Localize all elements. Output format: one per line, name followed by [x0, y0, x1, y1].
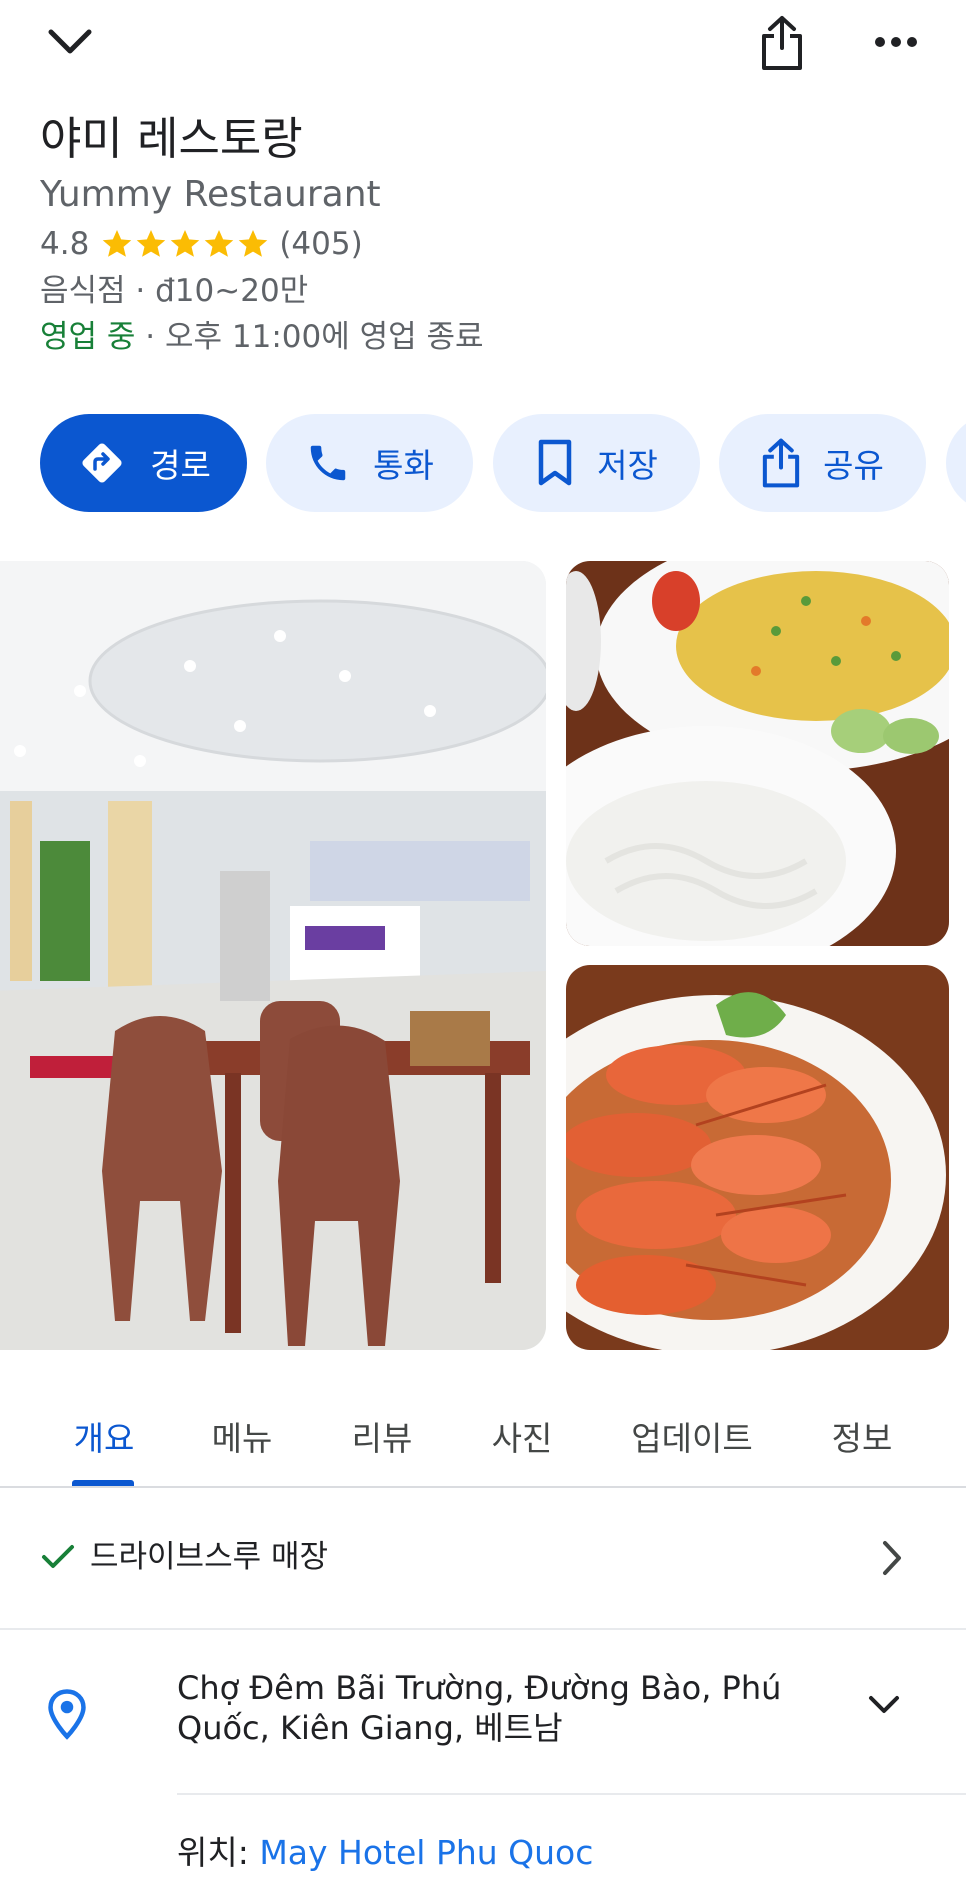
separator: · — [125, 273, 156, 309]
share-button[interactable]: 공유 — [719, 414, 926, 512]
star-icon — [239, 230, 268, 257]
address-row[interactable]: Chợ Đêm Bãi Trường, Đường Bào, Phú Quốc,… — [0, 1632, 966, 1792]
chevron-down-icon — [869, 1696, 899, 1713]
tab-menu[interactable]: 메뉴 — [190, 1385, 294, 1486]
save-button[interactable]: 저장 — [493, 414, 700, 512]
star-icon — [171, 230, 200, 257]
photo-shrimp[interactable] — [566, 965, 949, 1350]
hours-row[interactable]: 영업 중 · 오후 11:00에 영업 종료 — [40, 314, 940, 360]
share-icon — [762, 438, 800, 488]
rating-row[interactable]: 4.8 (405) — [40, 220, 940, 268]
tab-updates[interactable]: 업데이트 — [618, 1385, 766, 1486]
phone-icon — [310, 445, 346, 481]
category: 음식점 — [40, 273, 126, 309]
photo-gallery — [0, 561, 966, 1350]
call-button[interactable]: 통화 — [266, 414, 473, 512]
tab-reviews[interactable]: 리뷰 — [330, 1385, 434, 1486]
price-level: đ10~20만 — [155, 273, 309, 309]
place-header: 야미 레스토랑 Yummy Restaurant 4.8 (405) 음식점 ·… — [40, 110, 940, 360]
address-text: Chợ Đêm Bãi Trường, Đường Bào, Phú Quốc,… — [177, 1669, 782, 1747]
divider — [177, 1793, 966, 1795]
location-pin-icon — [48, 1689, 86, 1740]
category-price-row: 음식점 · đ10~20만 — [40, 268, 940, 314]
star-icon — [103, 230, 132, 257]
located-in-row: 위치: May Hotel Phu Quoc — [177, 1830, 593, 1876]
action-chips: 경로 통화 저장 공유 — [40, 414, 966, 512]
separator: · — [135, 319, 165, 355]
bookmark-icon — [538, 439, 572, 486]
directions-button[interactable]: 경로 — [40, 414, 247, 512]
share-label: 공유 — [823, 446, 884, 485]
photo-interior[interactable] — [0, 561, 546, 1350]
directions-label: 경로 — [150, 446, 211, 485]
closing-time: 오후 11:00에 영업 종료 — [164, 319, 484, 355]
active-tab-indicator — [72, 1480, 134, 1486]
check-icon — [42, 1545, 74, 1568]
place-title: 야미 레스토랑 — [40, 112, 303, 165]
star-icon — [205, 230, 234, 257]
chevron-right-icon — [883, 1541, 901, 1575]
rating-value: 4.8 — [40, 226, 90, 262]
call-label: 통화 — [373, 446, 434, 485]
chevron-down-icon[interactable] — [36, 14, 104, 70]
share-icon[interactable] — [752, 8, 812, 78]
star-rating — [101, 228, 271, 260]
top-bar — [0, 0, 966, 90]
place-subtitle: Yummy Restaurant — [40, 174, 381, 215]
directions-icon — [82, 443, 122, 483]
located-in-link[interactable]: May Hotel Phu Quoc — [259, 1833, 593, 1872]
tab-about[interactable]: 정보 — [810, 1385, 914, 1486]
located-in-label: 위치: — [177, 1833, 260, 1872]
tab-photos[interactable]: 사진 — [470, 1385, 574, 1486]
more-actions-chip[interactable] — [946, 414, 966, 512]
star-icon — [137, 230, 166, 257]
drive-through-label: 드라이브스루 매장 — [90, 1539, 329, 1575]
review-count: (405) — [279, 226, 363, 262]
open-status: 영업 중 — [40, 319, 136, 355]
tab-overview[interactable]: 개요 — [52, 1385, 156, 1486]
more-horizontal-icon[interactable] — [862, 20, 930, 64]
tab-bar: 개요 메뉴 리뷰 사진 업데이트 정보 — [0, 1385, 966, 1488]
photo-fried-rice[interactable] — [566, 561, 949, 946]
drive-through-row[interactable]: 드라이브스루 매장 — [0, 1490, 966, 1630]
save-label: 저장 — [597, 446, 658, 485]
